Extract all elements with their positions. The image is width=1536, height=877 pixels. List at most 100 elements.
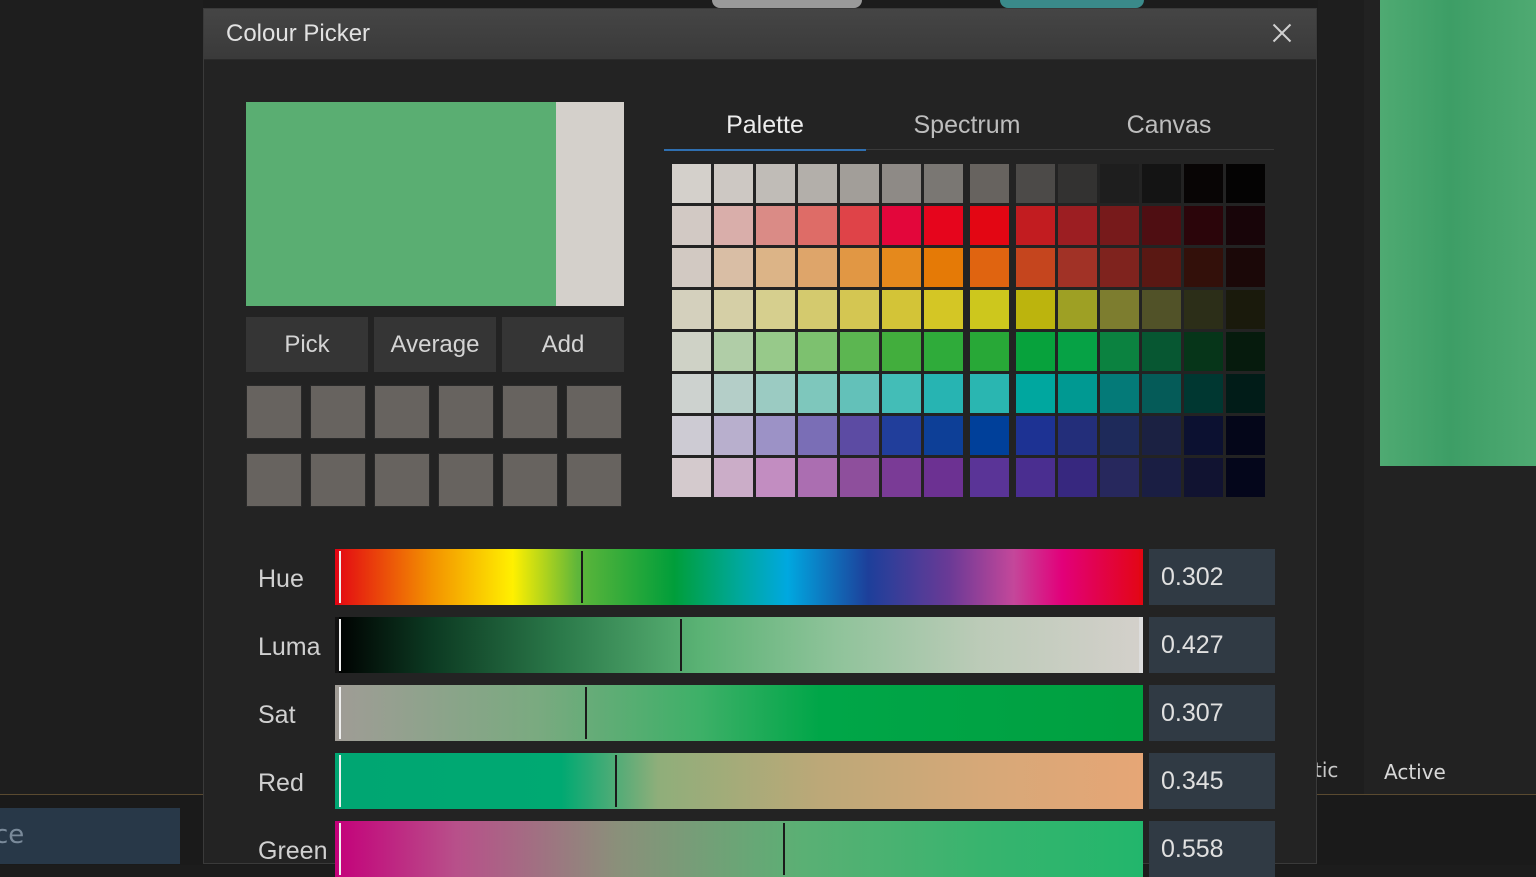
- custom-swatch[interactable]: [246, 453, 302, 507]
- palette-cell[interactable]: [840, 248, 879, 287]
- palette-cell[interactable]: [1184, 416, 1223, 455]
- close-icon[interactable]: [1266, 17, 1298, 49]
- background-active-label[interactable]: Active: [1384, 760, 1446, 784]
- palette-cell[interactable]: [924, 332, 963, 371]
- custom-swatch[interactable]: [310, 385, 366, 439]
- palette-cell[interactable]: [1226, 458, 1265, 497]
- palette-cell[interactable]: [1142, 290, 1181, 329]
- background-search-field[interactable]: [0, 808, 180, 864]
- palette-cell[interactable]: [970, 206, 1009, 245]
- palette-cell[interactable]: [1142, 332, 1181, 371]
- palette-cell[interactable]: [1142, 164, 1181, 203]
- background-colour-swatch[interactable]: [1380, 0, 1536, 466]
- palette-cell[interactable]: [970, 164, 1009, 203]
- sat-slider[interactable]: [335, 685, 1143, 741]
- palette-cell[interactable]: [882, 290, 921, 329]
- palette-cell[interactable]: [924, 416, 963, 455]
- custom-swatch[interactable]: [502, 385, 558, 439]
- palette-cell[interactable]: [840, 164, 879, 203]
- palette-cell[interactable]: [1058, 164, 1097, 203]
- palette-cell[interactable]: [714, 248, 753, 287]
- custom-swatch[interactable]: [438, 385, 494, 439]
- palette-cell[interactable]: [882, 416, 921, 455]
- palette-cell[interactable]: [970, 458, 1009, 497]
- pick-button[interactable]: Pick: [246, 317, 368, 372]
- palette-cell[interactable]: [1226, 416, 1265, 455]
- custom-swatch[interactable]: [246, 385, 302, 439]
- palette-cell[interactable]: [672, 416, 711, 455]
- palette-cell[interactable]: [840, 458, 879, 497]
- palette-cell[interactable]: [798, 248, 837, 287]
- hue-slider[interactable]: [335, 549, 1143, 605]
- palette-cell[interactable]: [714, 290, 753, 329]
- add-button[interactable]: Add: [502, 317, 624, 372]
- palette-cell[interactable]: [924, 164, 963, 203]
- palette-cell[interactable]: [1058, 458, 1097, 497]
- palette-cell[interactable]: [798, 374, 837, 413]
- palette-cell[interactable]: [714, 374, 753, 413]
- palette-cell[interactable]: [1100, 164, 1139, 203]
- palette-cell[interactable]: [756, 416, 795, 455]
- palette-cell[interactable]: [1100, 290, 1139, 329]
- old-colour-preview[interactable]: [556, 102, 624, 306]
- average-button[interactable]: Average: [374, 317, 496, 372]
- background-tab-label[interactable]: tic: [1314, 758, 1338, 782]
- palette-cell[interactable]: [1016, 374, 1055, 413]
- palette-cell[interactable]: [840, 206, 879, 245]
- palette-cell[interactable]: [714, 458, 753, 497]
- palette-cell[interactable]: [1184, 332, 1223, 371]
- palette-cell[interactable]: [1016, 332, 1055, 371]
- palette-cell[interactable]: [882, 374, 921, 413]
- palette-cell[interactable]: [714, 332, 753, 371]
- dialog-titlebar[interactable]: Colour Picker: [204, 9, 1316, 60]
- palette-cell[interactable]: [714, 164, 753, 203]
- palette-cell[interactable]: [882, 458, 921, 497]
- palette-cell[interactable]: [1226, 206, 1265, 245]
- tab-canvas[interactable]: Canvas: [1068, 101, 1270, 149]
- luma-value[interactable]: 0.427: [1149, 617, 1275, 673]
- palette-cell[interactable]: [756, 332, 795, 371]
- palette-cell[interactable]: [1226, 374, 1265, 413]
- custom-swatch[interactable]: [374, 453, 430, 507]
- palette-cell[interactable]: [970, 248, 1009, 287]
- sat-value[interactable]: 0.307: [1149, 685, 1275, 741]
- palette-cell[interactable]: [672, 332, 711, 371]
- palette-cell[interactable]: [756, 458, 795, 497]
- palette-cell[interactable]: [756, 206, 795, 245]
- palette-cell[interactable]: [714, 206, 753, 245]
- palette-cell[interactable]: [1226, 248, 1265, 287]
- palette-cell[interactable]: [970, 374, 1009, 413]
- palette-cell[interactable]: [1142, 458, 1181, 497]
- palette-cell[interactable]: [1184, 206, 1223, 245]
- palette-cell[interactable]: [924, 248, 963, 287]
- palette-cell[interactable]: [1100, 458, 1139, 497]
- palette-cell[interactable]: [672, 458, 711, 497]
- palette-cell[interactable]: [756, 374, 795, 413]
- palette-cell[interactable]: [672, 290, 711, 329]
- palette-cell[interactable]: [798, 332, 837, 371]
- palette-cell[interactable]: [1058, 290, 1097, 329]
- palette-cell[interactable]: [970, 416, 1009, 455]
- palette-cell[interactable]: [1142, 248, 1181, 287]
- hue-value[interactable]: 0.302: [1149, 549, 1275, 605]
- palette-cell[interactable]: [1016, 458, 1055, 497]
- palette-cell[interactable]: [1184, 164, 1223, 203]
- palette-cell[interactable]: [840, 416, 879, 455]
- palette-cell[interactable]: [672, 374, 711, 413]
- palette-cell[interactable]: [1100, 206, 1139, 245]
- palette-cell[interactable]: [1058, 248, 1097, 287]
- palette-cell[interactable]: [798, 164, 837, 203]
- palette-cell[interactable]: [1100, 248, 1139, 287]
- palette-cell[interactable]: [1100, 332, 1139, 371]
- palette-cell[interactable]: [1058, 416, 1097, 455]
- palette-cell[interactable]: [1058, 206, 1097, 245]
- palette-cell[interactable]: [1100, 374, 1139, 413]
- palette-cell[interactable]: [798, 458, 837, 497]
- palette-cell[interactable]: [970, 332, 1009, 371]
- palette-cell[interactable]: [756, 164, 795, 203]
- green-slider[interactable]: [335, 821, 1143, 877]
- palette-cell[interactable]: [714, 416, 753, 455]
- palette-cell[interactable]: [882, 164, 921, 203]
- palette-cell[interactable]: [756, 248, 795, 287]
- palette-cell[interactable]: [1058, 374, 1097, 413]
